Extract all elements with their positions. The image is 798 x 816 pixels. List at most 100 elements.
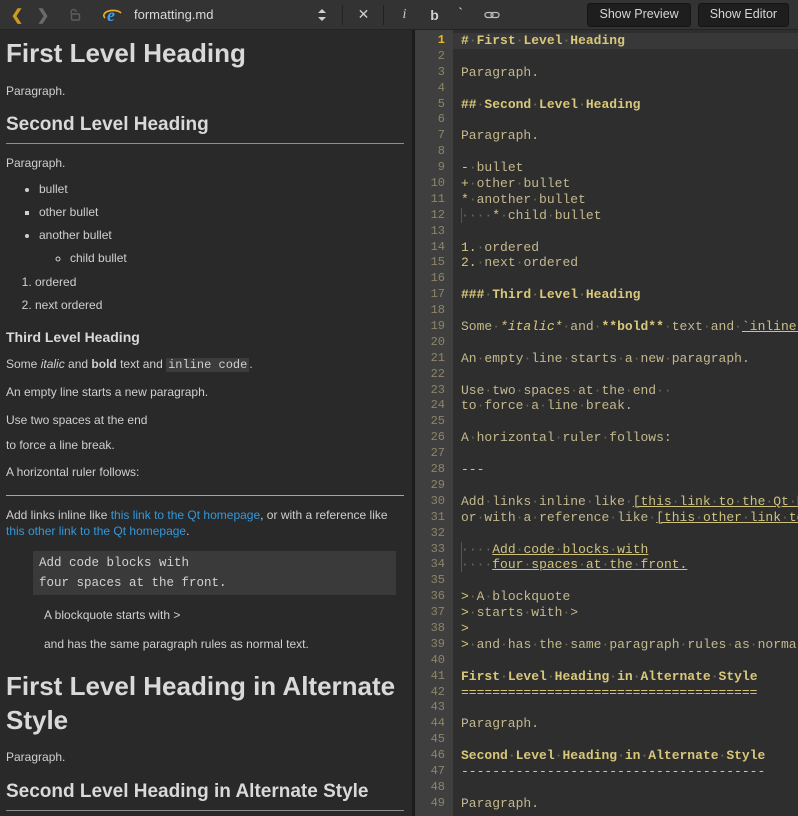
ordered-list: ordered next ordered: [6, 275, 404, 312]
preview-paragraph: Paragraph.: [6, 749, 404, 765]
list-item-label: another bullet: [39, 228, 112, 242]
split-view: First Level Heading Paragraph. Second Le…: [0, 30, 798, 816]
editor-line[interactable]: 7Paragraph.: [415, 128, 798, 144]
editor-line-text: or·with·a·reference·like·[this·other·lin…: [453, 510, 798, 526]
editor-line-text: Paragraph.: [453, 796, 798, 812]
forward-button[interactable]: ❯: [30, 2, 56, 28]
swap-views-button[interactable]: Swap Views: [794, 4, 798, 26]
editor-line[interactable]: 18: [415, 303, 798, 319]
editor-line[interactable]: 40: [415, 653, 798, 669]
browser-e-icon: e: [103, 5, 123, 25]
editor-line[interactable]: 30Add·links·inline·like·[this·link·to·th…: [415, 494, 798, 510]
editor-line-text: [453, 700, 798, 716]
editor-line-text: [453, 112, 798, 128]
editor-pane[interactable]: 1#·First·Level·Heading23Paragraph.45##·S…: [415, 30, 798, 816]
line-number: 10: [415, 176, 453, 192]
list-item: bullet: [39, 182, 404, 196]
editor-line[interactable]: 13: [415, 224, 798, 240]
editor-line[interactable]: 22: [415, 367, 798, 383]
line-number: 4: [415, 81, 453, 97]
editor-line[interactable]: 42======================================: [415, 685, 798, 701]
editor-line[interactable]: 2: [415, 49, 798, 65]
editor-line[interactable]: 4: [415, 81, 798, 97]
lock-button[interactable]: [62, 2, 88, 28]
editor-line[interactable]: 1#·First·Level·Heading: [415, 33, 798, 49]
editor-line[interactable]: 37>·starts·with·>: [415, 605, 798, 621]
toolbar: ❮ ❯ e formatting.md ✕ i b ` Show Preview…: [0, 0, 798, 30]
editor-line[interactable]: 24to·force·a·line·break.: [415, 398, 798, 414]
editor-line-text: [453, 573, 798, 589]
editor-line[interactable]: 44Paragraph.: [415, 716, 798, 732]
link-button[interactable]: [479, 2, 505, 28]
editor-line[interactable]: 49Paragraph.: [415, 796, 798, 812]
editor-line[interactable]: 12····*·child·bullet: [415, 208, 798, 224]
editor-line[interactable]: 41First·Level·Heading·in·Alternate·Style: [415, 669, 798, 685]
editor-line[interactable]: 6: [415, 112, 798, 128]
editor-line-text: #·First·Level·Heading: [453, 33, 798, 49]
bullet-list-square: other bullet: [6, 205, 404, 219]
editor-line[interactable]: 47--------------------------------------…: [415, 764, 798, 780]
editor-line[interactable]: 36>·A·blockquote: [415, 589, 798, 605]
editor-line[interactable]: 33····Add·code·blocks·with: [415, 542, 798, 558]
editor-line[interactable]: 9-·bullet: [415, 160, 798, 176]
markdown-preview-pane[interactable]: First Level Heading Paragraph. Second Le…: [0, 30, 412, 816]
line-number: 14: [415, 240, 453, 256]
editor-line[interactable]: 8: [415, 144, 798, 160]
show-preview-button[interactable]: Show Preview: [587, 3, 690, 27]
qt-homepage-reference-link[interactable]: this other link to the Qt homepage: [6, 524, 186, 538]
editor-line[interactable]: 10+·other·bullet: [415, 176, 798, 192]
editor-line[interactable]: 141.·ordered: [415, 240, 798, 256]
up-down-arrows-icon: [317, 8, 327, 22]
editor-line-text: [453, 335, 798, 351]
editor-line[interactable]: 16: [415, 271, 798, 287]
editor-line[interactable]: 21An·empty·line·starts·a·new·paragraph.: [415, 351, 798, 367]
italic-text: italic: [41, 357, 65, 371]
editor-line[interactable]: 19Some·*italic*·and·**bold**·text·and·`i…: [415, 319, 798, 335]
editor-line[interactable]: 20: [415, 335, 798, 351]
code-block: Add code blocks with four spaces at the …: [33, 551, 396, 595]
list-item: another bullet child bullet: [39, 228, 404, 265]
editor-line[interactable]: 11*·another·bullet: [415, 192, 798, 208]
line-number: 28: [415, 462, 453, 478]
bold-button[interactable]: b: [421, 2, 447, 28]
editor-line[interactable]: 17###·Third·Level·Heading: [415, 287, 798, 303]
editor-line[interactable]: 45: [415, 732, 798, 748]
editor-line-text: [453, 478, 798, 494]
editor-line[interactable]: 26A·horizontal·ruler·follows:: [415, 430, 798, 446]
editor-line[interactable]: 35: [415, 573, 798, 589]
qt-homepage-link[interactable]: this link to the Qt homepage: [111, 508, 260, 522]
editor-line-text: Use·two·spaces·at·the·end··: [453, 383, 798, 399]
editor-line-text: ======================================: [453, 685, 798, 701]
close-split-button[interactable]: ✕: [350, 2, 376, 28]
show-editor-button[interactable]: Show Editor: [698, 3, 789, 27]
editor-line[interactable]: 38>: [415, 621, 798, 637]
close-icon: ✕: [358, 6, 370, 23]
code-button[interactable]: `: [447, 2, 473, 28]
editor-line[interactable]: 43: [415, 700, 798, 716]
back-button[interactable]: ❮: [4, 2, 30, 28]
editor-line[interactable]: 3Paragraph.: [415, 65, 798, 81]
editor-line[interactable]: 25: [415, 414, 798, 430]
editor-line[interactable]: 32: [415, 526, 798, 542]
editor-line[interactable]: 39>·and·has·the·same·paragraph·rules·as·…: [415, 637, 798, 653]
file-type-button[interactable]: e: [100, 2, 126, 28]
backtick-icon: `: [456, 6, 465, 23]
editor-line-text: 2.·next·ordered: [453, 255, 798, 271]
editor-line[interactable]: 23Use·two·spaces·at·the·end··: [415, 383, 798, 399]
editor-line[interactable]: 34····four·spaces·at·the·front.: [415, 557, 798, 573]
editor-line[interactable]: 152.·next·ordered: [415, 255, 798, 271]
editor-line[interactable]: 5##·Second·Level·Heading: [415, 97, 798, 113]
editor-line[interactable]: 29: [415, 478, 798, 494]
line-number: 36: [415, 589, 453, 605]
editor-line[interactable]: 28---: [415, 462, 798, 478]
inline-code: inline code: [166, 358, 249, 372]
font-size-button[interactable]: [309, 2, 335, 28]
editor-line[interactable]: 27: [415, 446, 798, 462]
editor-line[interactable]: 31or·with·a·reference·like·[this·other·l…: [415, 510, 798, 526]
editor-line[interactable]: 46Second·Level·Heading·in·Alternate·Styl…: [415, 748, 798, 764]
editor-line[interactable]: 48: [415, 780, 798, 796]
italic-button[interactable]: i: [391, 2, 417, 28]
blockquote-line: and has the same paragraph rules as norm…: [44, 636, 404, 652]
editor-line-text: [453, 81, 798, 97]
line-number: 20: [415, 335, 453, 351]
